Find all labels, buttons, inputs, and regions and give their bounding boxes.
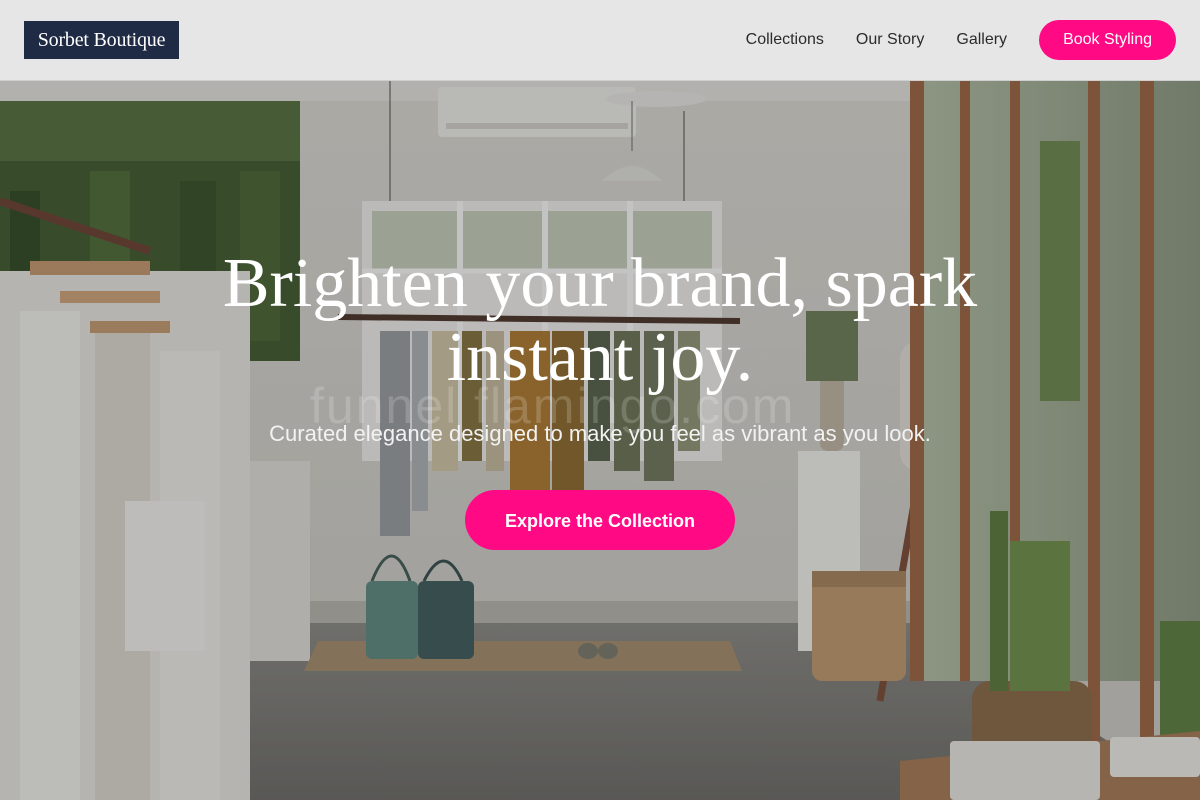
nav-link-collections[interactable]: Collections: [746, 31, 824, 49]
nav-link-gallery[interactable]: Gallery: [956, 31, 1007, 49]
hero-subtitle: Curated elegance designed to make you fe…: [269, 421, 931, 446]
top-nav-bar: Sorbet Boutique Collections Our Story Ga…: [0, 0, 1200, 81]
nav-links: Collections Our Story Gallery Book Styli…: [746, 20, 1176, 60]
nav-link-our-story[interactable]: Our Story: [856, 31, 924, 49]
book-styling-button[interactable]: Book Styling: [1039, 20, 1176, 60]
boutique-landing-page: Sorbet Boutique Collections Our Story Ga…: [0, 0, 1200, 800]
brand-logo[interactable]: Sorbet Boutique: [24, 21, 179, 59]
hero-section: funnel flamingo.com Brighten your brand,…: [0, 81, 1200, 800]
hero-headline: Brighten your brand, spark instant joy.: [222, 245, 978, 396]
explore-collection-button[interactable]: Explore the Collection: [465, 490, 735, 550]
